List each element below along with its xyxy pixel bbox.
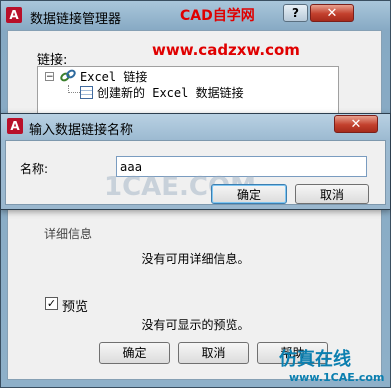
- preview-checkbox-label[interactable]: 预览: [62, 296, 88, 315]
- cancel-button[interactable]: 取消: [178, 342, 249, 364]
- preview-text: 没有可显示的预览。: [141, 318, 250, 332]
- ok-button[interactable]: 确定: [99, 342, 170, 364]
- close-main-window-button[interactable]: ✕: [310, 4, 354, 22]
- dialog-cancel-button[interactable]: 取消: [295, 184, 369, 204]
- dialog-autocad-logo-icon: A: [7, 118, 23, 134]
- preview-checkbox[interactable]: ✓: [45, 297, 58, 310]
- watermark-bottom-logo: 仿真在线: [279, 349, 351, 370]
- help-titlebar-button[interactable]: ?: [283, 4, 308, 22]
- autocad-logo-icon: A: [6, 7, 22, 23]
- watermark-url: www.cadzxw.com: [152, 41, 300, 59]
- spreadsheet-icon: [80, 86, 93, 99]
- main-window-title: 数据链接管理器: [30, 12, 122, 27]
- name-label: 名称:: [20, 162, 49, 176]
- tree-collapse-toggle[interactable]: −: [45, 72, 54, 82]
- tree-item-create-new-excel-link[interactable]: 创建新的 Excel 数据链接: [97, 84, 244, 101]
- tree-connector-horizontal: [68, 92, 80, 93]
- dialog-ok-button[interactable]: 确定: [211, 184, 287, 204]
- close-dialog-button[interactable]: ✕: [334, 115, 378, 133]
- watermark-top: CAD自学网: [180, 8, 255, 24]
- details-group-label: 详细信息: [44, 227, 93, 241]
- watermark-bottom-url: www.1CAE.com: [289, 371, 385, 384]
- details-text: 没有可用详细信息。: [141, 252, 250, 266]
- dialog-title: 输入数据链接名称: [29, 123, 134, 138]
- link-chain-icon: [60, 68, 76, 84]
- tree-item-excel-links[interactable]: Excel 链接: [80, 68, 147, 85]
